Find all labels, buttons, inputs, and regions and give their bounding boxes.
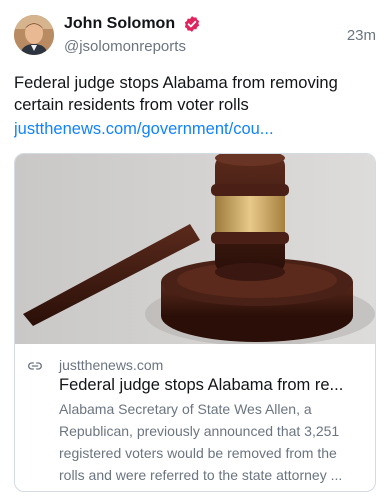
- author-handle[interactable]: @jsolomonreports: [64, 38, 186, 56]
- card-domain-row: justthenews.com: [27, 356, 367, 374]
- timestamp[interactable]: 23m: [347, 27, 376, 45]
- post[interactable]: John Solomon @jsolomonreports 23m Federa…: [0, 0, 390, 500]
- author-name[interactable]: John Solomon: [64, 14, 175, 34]
- avatar[interactable]: [14, 15, 54, 55]
- post-link[interactable]: justthenews.com/government/cou...: [14, 118, 374, 140]
- avatar-image: [14, 15, 54, 55]
- card-title[interactable]: Federal judge stops Alabama from re...: [59, 374, 365, 396]
- link-card[interactable]: justthenews.com Federal judge stops Alab…: [14, 153, 376, 492]
- link-icon: [28, 362, 42, 370]
- post-text: Federal judge stops Alabama from removin…: [14, 74, 338, 114]
- verified-badge-icon: [184, 16, 200, 32]
- card-image-gavel: [15, 154, 375, 344]
- card-description: Alabama Secretary of State Wes Allen, a …: [59, 401, 343, 483]
- card-domain: justthenews.com: [59, 357, 164, 373]
